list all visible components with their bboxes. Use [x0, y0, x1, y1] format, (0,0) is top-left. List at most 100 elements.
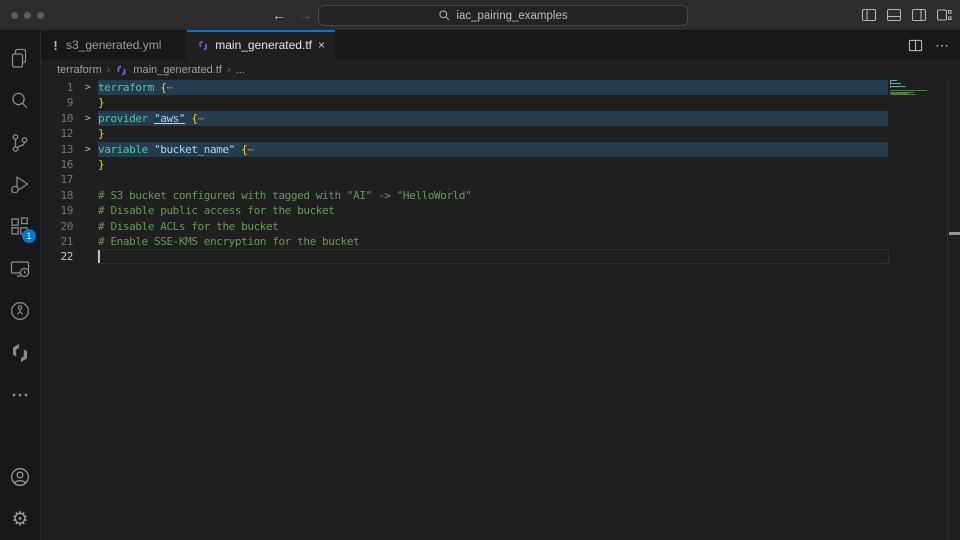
settings-button[interactable]: ⚙ [0, 498, 40, 540]
command-center-search[interactable]: iac_pairing_examples [318, 5, 688, 26]
close-tab-icon[interactable]: × [318, 39, 325, 51]
breadcrumb-item-folder[interactable]: terraform [57, 64, 102, 76]
minimap-line [890, 90, 927, 91]
minimap[interactable] [890, 80, 946, 200]
breadcrumb-item-file[interactable]: main_generated.tf [133, 64, 222, 76]
window-controls [11, 0, 44, 30]
search-icon [438, 9, 451, 22]
tab-label: main_generated.tf [215, 38, 312, 52]
code-text: # Disable ACLs for the bucket [98, 219, 278, 234]
line-number: 18 [41, 188, 77, 203]
sidebar-item-gitlens[interactable] [0, 290, 40, 332]
code-line[interactable]: 20 # Disable ACLs for the bucket [41, 219, 960, 234]
zoom-window-button[interactable] [37, 12, 44, 19]
ellipsis-icon [8, 383, 32, 407]
tab-label: s3_generated.yml [66, 38, 161, 52]
sidebar-item-source-control[interactable] [0, 122, 40, 164]
account-icon [8, 465, 32, 489]
fold-chevron-icon[interactable]: > [77, 111, 98, 126]
fold-gutter [77, 188, 98, 203]
code-line[interactable]: 1>terraform {⋯ [41, 80, 960, 95]
customize-layout-icon[interactable] [936, 7, 952, 23]
sidebar-item-terraform[interactable] [0, 332, 40, 374]
sidebar-item-run-debug[interactable] [0, 164, 40, 206]
tab-s3-generated-yml[interactable]: ! s3_generated.yml [41, 30, 187, 60]
sidebar-item-remote-explorer[interactable] [0, 248, 40, 290]
code-line[interactable]: 13>variable "bucket_name" {⋯ [41, 142, 960, 157]
code-line[interactable]: 19 # Disable public access for the bucket [41, 203, 960, 218]
code-line[interactable]: 10>provider "aws" {⋯ [41, 111, 960, 126]
code-line[interactable]: 22 [41, 249, 960, 264]
files-icon [8, 47, 32, 71]
minimap-line [890, 86, 906, 87]
chevron-right-icon: › [107, 64, 111, 76]
navigate-back-icon[interactable]: ← [272, 7, 286, 23]
toggle-secondary-sidebar-icon[interactable] [911, 7, 927, 23]
minimap-line [890, 80, 897, 81]
fold-gutter [77, 249, 98, 264]
line-number: 1 [41, 80, 77, 95]
editor-more-actions-icon[interactable]: ⋯ [935, 37, 950, 54]
sidebar-item-extensions[interactable]: 1 [0, 206, 40, 248]
code-line[interactable]: 12} [41, 126, 960, 141]
search-icon [8, 89, 32, 113]
text-cursor [98, 250, 100, 263]
minimize-window-button[interactable] [24, 12, 31, 19]
code-text: # Disable public access for the bucket [98, 203, 334, 218]
accounts-button[interactable] [0, 456, 40, 498]
fold-gutter [77, 95, 98, 110]
code-text: provider "aws" {⋯ [98, 111, 204, 126]
chevron-right-icon: › [227, 64, 231, 76]
minimap-line [890, 96, 946, 97]
fold-gutter [77, 203, 98, 218]
gear-icon: ⚙ [11, 508, 28, 530]
minimap-line [890, 83, 901, 84]
breadcrumb-item-symbol[interactable]: ... [236, 64, 245, 76]
code-text: } [98, 126, 104, 141]
breadcrumb: terraform › main_generated.tf › ... [41, 60, 960, 80]
code-line[interactable]: 21# Enable SSE-KMS encryption for the bu… [41, 234, 960, 249]
code-line[interactable]: 18 # S3 bucket configured with tagged wit… [41, 188, 960, 203]
fold-gutter [77, 172, 98, 187]
split-editor-icon[interactable] [908, 38, 923, 53]
fold-chevron-icon[interactable]: > [77, 80, 98, 95]
code-line[interactable]: 9} [41, 95, 960, 110]
code-line[interactable]: 16} [41, 157, 960, 172]
toggle-primary-sidebar-icon[interactable] [861, 7, 877, 23]
gitlens-icon [8, 299, 32, 323]
line-number: 20 [41, 219, 77, 234]
line-number: 10 [41, 111, 77, 126]
close-window-button[interactable] [11, 12, 18, 19]
overview-cursor-mark [949, 232, 960, 235]
extensions-badge: 1 [22, 229, 36, 243]
folded-line-highlight [98, 80, 888, 95]
tab-main-generated-tf[interactable]: main_generated.tf × [187, 30, 335, 60]
code-line[interactable]: 17 [41, 172, 960, 187]
line-number: 22 [41, 249, 77, 264]
fold-gutter [77, 219, 98, 234]
code-text: } [98, 157, 104, 172]
terraform-icon [115, 64, 128, 77]
vscode-window: ← → iac_pairing_examples [0, 0, 960, 540]
line-number: 19 [41, 203, 77, 218]
terraform-icon [8, 341, 32, 365]
terraform-icon [197, 38, 209, 53]
fold-gutter [77, 157, 98, 172]
line-number: 17 [41, 172, 77, 187]
source-control-branch-icon [8, 131, 32, 155]
code-text: } [98, 95, 104, 110]
fold-chevron-icon[interactable]: > [77, 142, 98, 157]
line-number: 9 [41, 95, 77, 110]
editor-group: ! s3_generated.yml main_generated.tf × ⋯ [41, 30, 960, 540]
current-line-highlight [97, 249, 889, 264]
navigate-forward-icon[interactable]: → [298, 7, 312, 23]
code-text: variable "bucket_name" {⋯ [98, 142, 254, 157]
fold-gutter [77, 234, 98, 249]
toggle-panel-icon[interactable] [886, 7, 902, 23]
sidebar-item-search[interactable] [0, 80, 40, 122]
overview-ruler[interactable] [947, 80, 960, 540]
sidebar-item-more[interactable] [0, 374, 40, 416]
code-text: # S3 bucket configured with tagged with … [98, 188, 471, 203]
sidebar-item-explorer[interactable] [0, 38, 40, 80]
code-editor[interactable]: 1>terraform {⋯9}10>provider "aws" {⋯12}1… [41, 80, 960, 540]
